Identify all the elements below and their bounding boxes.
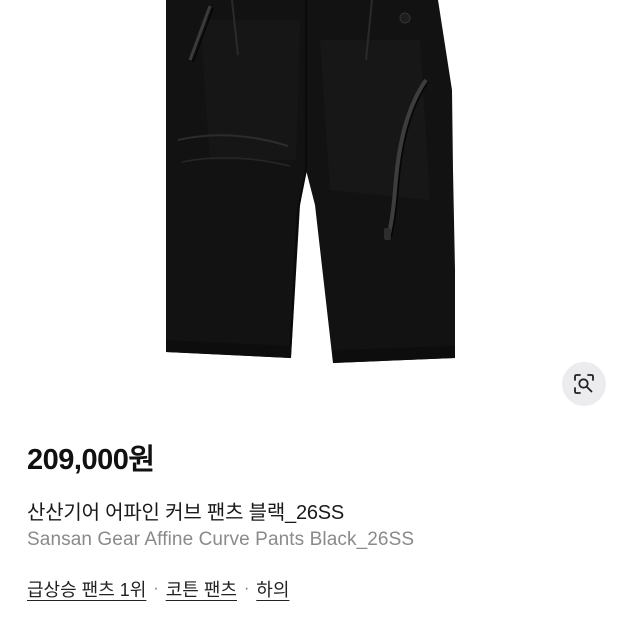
product-detail-page: 209,000원 산산기어 어파인 커브 팬츠 블랙_26SS Sansan G… — [0, 0, 620, 620]
product-title-korean: 산산기어 어파인 커브 팬츠 블랙_26SS — [27, 502, 345, 524]
tag-separator: · — [153, 580, 159, 597]
zipper-pull — [384, 228, 391, 240]
tag-separator: · — [243, 580, 250, 597]
pants-shade — [200, 20, 300, 160]
product-image[interactable] — [0, 0, 620, 410]
category-tags: 급상승 팬츠 1위 · 코튼 팬츠 · 하의 — [27, 576, 289, 602]
product-title-english: Sansan Gear Affine Curve Pants Black_26S… — [27, 529, 415, 550]
visual-search-icon — [574, 374, 594, 394]
pants-shade — [320, 40, 430, 200]
tag-bottoms[interactable]: 하의 — [256, 576, 289, 602]
tag-cotton-pants[interactable]: 코튼 팬츠 — [166, 576, 237, 602]
product-price: 209,000원 — [27, 444, 155, 476]
pants-illustration — [166, 0, 455, 363]
visual-search-button[interactable] — [562, 362, 606, 406]
tag-trending-pants[interactable]: 급상승 팬츠 1위 — [27, 576, 146, 602]
waist-button — [399, 12, 411, 24]
